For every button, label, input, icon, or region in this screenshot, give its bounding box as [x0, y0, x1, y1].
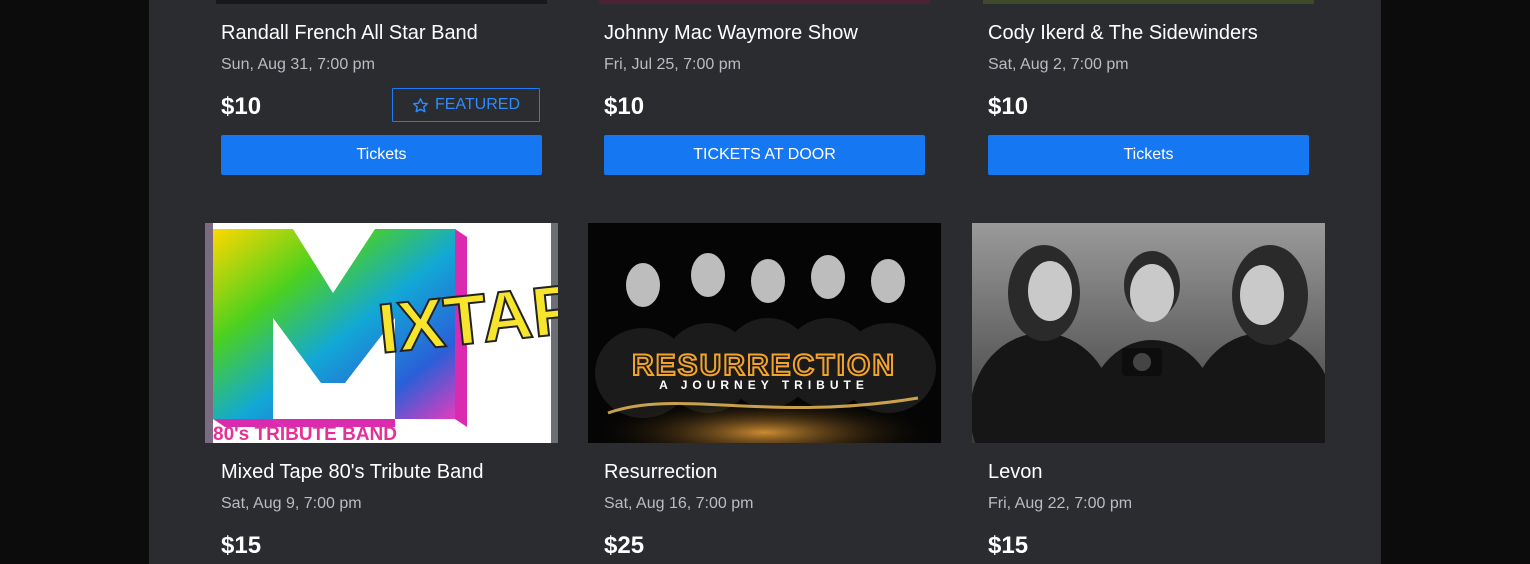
featured-label: FEATURED: [434, 96, 521, 113]
event-price: $15: [221, 532, 262, 559]
mixtape-caption: 80's TRIBUTE BAND: [213, 424, 397, 443]
event-title[interactable]: Mixed Tape 80's Tribute Band: [221, 461, 484, 484]
event-poster-mixtape[interactable]: IXTAPE 80's TRIBUTE BAND: [205, 223, 558, 443]
event-date: Sun, Aug 31, 7:00 pm: [221, 56, 375, 73]
tickets-at-door-button[interactable]: TICKETS AT DOOR: [604, 135, 925, 175]
event-title[interactable]: Cody Ikerd & The Sidewinders: [988, 22, 1258, 45]
event-date: Fri, Aug 22, 7:00 pm: [988, 495, 1133, 512]
event-title[interactable]: Levon: [988, 461, 1043, 484]
event-title[interactable]: Johnny Mac Waymore Show: [604, 22, 858, 45]
event-price: $10: [988, 93, 1029, 120]
event-list-panel: Randall French All Star Band Sun, Aug 31…: [149, 0, 1381, 564]
event-card-mixed-tape[interactable]: IXTAPE 80's TRIBUTE BAND Mixed Tape 80's…: [205, 223, 558, 564]
event-card-johnny-mac[interactable]: Johnny Mac Waymore Show Fri, Jul 25, 7:0…: [588, 0, 941, 180]
event-title[interactable]: Resurrection: [604, 461, 717, 484]
event-date: Fri, Jul 25, 7:00 pm: [604, 56, 741, 73]
event-price: $10: [221, 93, 262, 120]
event-price: $25: [604, 532, 645, 559]
event-date: Sat, Aug 2, 7:00 pm: [988, 56, 1129, 73]
event-title[interactable]: Randall French All Star Band: [221, 22, 478, 45]
event-image-edge: [599, 0, 930, 4]
featured-badge: FEATURED: [392, 88, 540, 122]
event-date: Sat, Aug 9, 7:00 pm: [221, 495, 362, 512]
event-price: $15: [988, 532, 1029, 559]
event-photo-levon[interactable]: [972, 223, 1325, 443]
star-outline-icon: [412, 97, 429, 114]
event-image-edge: [216, 0, 547, 4]
event-image-edge: [983, 0, 1314, 4]
event-price: $10: [604, 93, 645, 120]
event-poster-resurrection[interactable]: RESURRECTION A JOURNEY TRIBUTE: [588, 223, 941, 443]
event-card-cody-ikerd[interactable]: Cody Ikerd & The Sidewinders Sat, Aug 2,…: [972, 0, 1325, 180]
tickets-button[interactable]: Tickets: [221, 135, 542, 175]
event-date: Sat, Aug 16, 7:00 pm: [604, 495, 754, 512]
event-card-resurrection[interactable]: RESURRECTION A JOURNEY TRIBUTE Resurrect…: [588, 223, 941, 564]
event-card-randall-french[interactable]: Randall French All Star Band Sun, Aug 31…: [205, 0, 558, 180]
event-card-levon[interactable]: Levon Fri, Aug 22, 7:00 pm $15: [972, 223, 1325, 564]
resurrection-subtitle: A JOURNEY TRIBUTE: [659, 378, 869, 392]
tickets-button[interactable]: Tickets: [988, 135, 1309, 175]
